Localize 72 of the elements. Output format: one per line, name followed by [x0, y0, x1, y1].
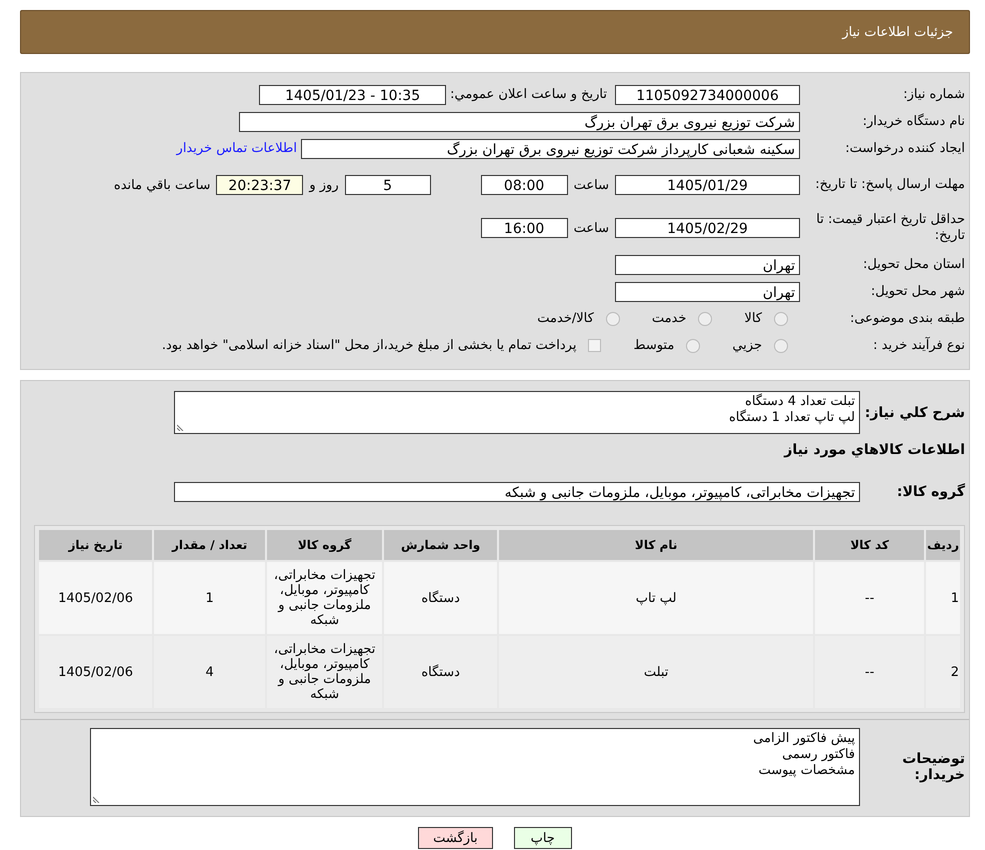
text-field[interactable]: 1405/01/29 [615, 175, 800, 195]
table-cell: دستگاه [384, 562, 498, 634]
column-header: نام کالا [499, 530, 814, 560]
radio-button[interactable] [606, 312, 620, 326]
payment-note: پرداخت تمام یا بخشی از مبلغ خرید،از محل "اسناد خزانه اسلامی" خواهد بود. [162, 338, 576, 353]
text-field[interactable]: تهران [615, 282, 800, 302]
table-cell: دستگاه [384, 636, 498, 708]
table-cell: 1 [154, 562, 266, 634]
option-label: متوسط [633, 338, 674, 353]
field-label: استان محل تحویل: [862, 257, 965, 272]
field-label: تاریخ و ساعت اعلان عمومي: [450, 87, 607, 102]
field-label: ایجاد کننده درخواست: [844, 141, 965, 156]
table-cell: 1 [926, 562, 960, 634]
table-cell: تجهیزات مخابراتی، کامپیوتر، موبایل، ملزومات جانبی و شبکه [267, 562, 382, 634]
column-header: واحد شمارش [384, 530, 498, 560]
text-area[interactable]: تبلت تعداد 4 دستگاه لپ تاپ تعداد 1 دستگاه [174, 391, 860, 434]
text-field[interactable]: تجهیزات مخابراتی، کامپیوتر، موبایل، ملزومات جانبی و شبکه [174, 482, 860, 502]
text-field[interactable]: سکینه شعبانی کارپرداز شرکت توزیع نیروی برق تهران بزرگ [301, 138, 800, 158]
table-cell: 2 [926, 636, 960, 708]
field-label: گروه کالا: [896, 484, 965, 500]
text-field[interactable]: تهران [615, 254, 800, 274]
text-field[interactable]: 1105092734000006 [615, 84, 800, 104]
table-cell: لپ تاپ [499, 562, 814, 634]
radio-button[interactable] [774, 338, 788, 352]
checkbox[interactable] [588, 339, 602, 352]
print-button[interactable]: چاپ [514, 827, 572, 849]
contact-link[interactable]: اطلاعات تماس خریدار [176, 141, 297, 156]
field-label: شهر محل تحویل: [870, 284, 965, 299]
text-field[interactable]: شرکت توزیع نیروی برق تهران بزرگ [239, 112, 800, 132]
resize-grip-icon[interactable] [177, 423, 185, 431]
field-label: توضیحات خریدار: [901, 751, 965, 783]
column-header: تعداد / مقدار [154, 530, 266, 560]
column-header: گروه کالا [267, 530, 382, 560]
table-cell: تبلت [499, 636, 814, 708]
table-cell: تجهیزات مخابراتی، کامپیوتر، موبایل، ملزومات جانبی و شبکه [267, 636, 382, 708]
option-label: جزيي [732, 338, 762, 353]
back-button[interactable]: بازگشت [418, 827, 493, 849]
radio-button[interactable] [698, 312, 712, 326]
text-field[interactable]: 16:00 [480, 218, 568, 238]
countdown-field[interactable]: 20:23:37 [216, 175, 304, 195]
field-label: ساعت باقي مانده [114, 178, 210, 192]
field-label: طبقه بندی موضوعی: [848, 311, 965, 326]
field-label: شماره نیاز: [902, 87, 965, 102]
option-label: کالا/خدمت [537, 311, 594, 326]
table-cell: 1405/02/06 [39, 562, 152, 634]
field-label: روز و [309, 178, 339, 192]
radio-button[interactable] [774, 312, 788, 326]
page-title: جزئیات اطلاعات نیاز [842, 24, 953, 40]
text-area[interactable]: پیش فاکتور الزامی فاکتور رسمی مشخصات پیوست [90, 728, 860, 806]
table-cell: -- [815, 562, 924, 634]
text-field[interactable]: 5 [344, 175, 431, 195]
table-cell: 4 [154, 636, 266, 708]
text-field[interactable]: 08:00 [480, 175, 568, 195]
table-cell: -- [815, 636, 924, 708]
field-label: شرح كلي نياز: [864, 404, 965, 420]
option-label: کالا [744, 311, 762, 326]
column-header: کد کالا [815, 530, 924, 560]
radio-button[interactable] [686, 338, 700, 352]
column-header: تاریخ نیاز [39, 530, 152, 560]
table-cell: 1405/02/06 [39, 636, 152, 708]
field-label: نوع فرآیند خرید : [872, 338, 965, 353]
text-field[interactable]: 1405/01/23 - 10:35 [259, 84, 446, 104]
resize-grip-icon[interactable] [93, 795, 101, 803]
section-heading: اطلاعات كالاهاي مورد نياز [782, 442, 965, 458]
field-label: ساعت [574, 220, 609, 236]
field-label: ساعت [574, 178, 609, 192]
text-field[interactable]: 1405/02/29 [615, 218, 800, 238]
column-header: ردیف [926, 530, 960, 560]
field-label: نام دستگاه خریدار: [862, 114, 965, 129]
field-label: مهلت ارسال پاسخ: تا تاریخ: [814, 177, 965, 193]
option-label: خدمت [652, 311, 686, 326]
field-label: حداقل تاریخ اعتبار قیمت: تا تاریخ: [815, 212, 965, 244]
